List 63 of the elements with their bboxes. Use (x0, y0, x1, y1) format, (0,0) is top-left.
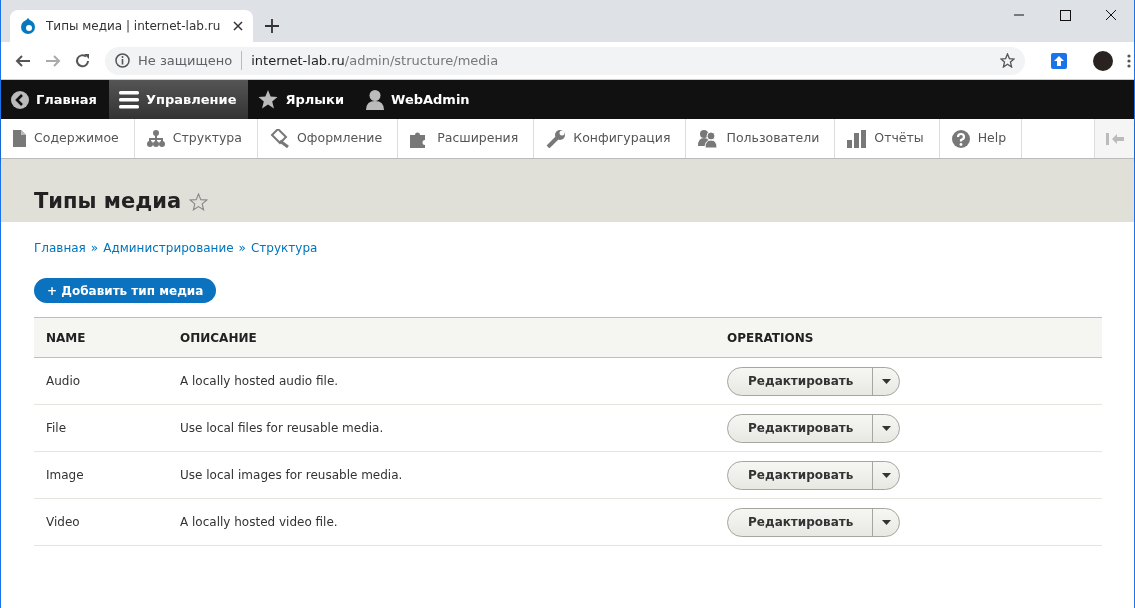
menu-icon (118, 90, 139, 109)
caret-icon (881, 519, 891, 525)
bar-chart-icon (847, 129, 867, 148)
breadcrumb-separator: » (90, 240, 99, 257)
reload-icon[interactable] (75, 52, 91, 69)
breadcrumb-link[interactable]: Администрирование (103, 239, 234, 257)
tray-menu-item[interactable]: Пользователи (686, 119, 836, 158)
table-cell: Audio (34, 357, 168, 405)
tray-menu-item[interactable]: Структура (134, 119, 258, 158)
browser-tab[interactable]: Типы медиа | internet-lab.ru (10, 10, 253, 42)
caret-icon (881, 425, 891, 431)
address-bar[interactable]: Не защищено internet-lab.ru/admin/structure/media (105, 46, 1025, 75)
favorite-star-icon[interactable] (189, 193, 209, 211)
add-media-type-button[interactable]: + Добавить тип медиа (34, 278, 217, 303)
table-cell: File (34, 404, 168, 452)
hierarchy-icon (146, 130, 165, 147)
toolbar-tab[interactable]: Управление (108, 80, 249, 119)
menu-icon[interactable] (1127, 53, 1131, 68)
page-title: Типы медиа (34, 188, 182, 214)
tray-menu-item[interactable]: Расширения (398, 119, 535, 158)
toolbar-tab[interactable]: Ярлыки (248, 80, 356, 119)
toolbar-tab[interactable]: WebAdmin (356, 80, 482, 119)
breadcrumb-link[interactable]: Главная (34, 239, 86, 257)
tab-title: Типы медиа | internet-lab.ru (46, 18, 222, 35)
back-icon[interactable] (15, 52, 31, 69)
collapse-icon (1105, 132, 1124, 145)
breadcrumb-link[interactable]: Структура (250, 239, 318, 257)
new-tab-icon[interactable] (265, 19, 279, 33)
caret-icon (881, 472, 891, 478)
column-header: OPERATIONS (715, 317, 1102, 358)
user-icon (366, 89, 384, 110)
table-cell: Image (34, 451, 168, 499)
extension-icon[interactable] (1051, 52, 1067, 69)
help-icon (951, 129, 970, 148)
tray-menu-item[interactable]: Оформление (257, 119, 399, 158)
tray-menu-item[interactable]: Help (939, 119, 1023, 158)
document-icon (13, 130, 26, 147)
table-cell: Use local images for reusable media. (168, 451, 715, 499)
orientation-toggle[interactable] (1094, 119, 1134, 158)
breadcrumb-separator: » (238, 240, 246, 257)
star-icon (258, 90, 279, 109)
site-icon (20, 18, 36, 34)
avatar-icon[interactable] (1093, 50, 1113, 71)
wrench-icon (546, 129, 566, 148)
bookmark-star-icon[interactable] (1000, 53, 1015, 68)
users-icon (698, 128, 719, 149)
info-icon (115, 53, 130, 68)
caret-icon (881, 378, 891, 384)
security-label: Не защищено (138, 50, 243, 71)
table-cell: A locally hosted video file. (168, 498, 715, 546)
tray-menu-item[interactable]: Содержимое (1, 119, 135, 158)
tray-menu-item[interactable]: Отчёты (835, 119, 940, 158)
url-text: internet-lab.ru/admin/structure/media (251, 51, 499, 70)
toolbar-tab[interactable]: Главная (1, 80, 109, 119)
column-header: ОПИСАНИЕ (168, 317, 715, 358)
table-cell: Video (34, 498, 168, 546)
back-icon (11, 90, 29, 109)
column-header: NAME (34, 317, 168, 358)
brush-icon (269, 129, 289, 148)
table-cell: A locally hosted audio file. (168, 357, 715, 405)
table-cell: Use local files for reusable media. (168, 404, 715, 452)
tray-menu-item[interactable]: Конфигурация (534, 119, 687, 158)
close-icon[interactable] (233, 21, 243, 31)
